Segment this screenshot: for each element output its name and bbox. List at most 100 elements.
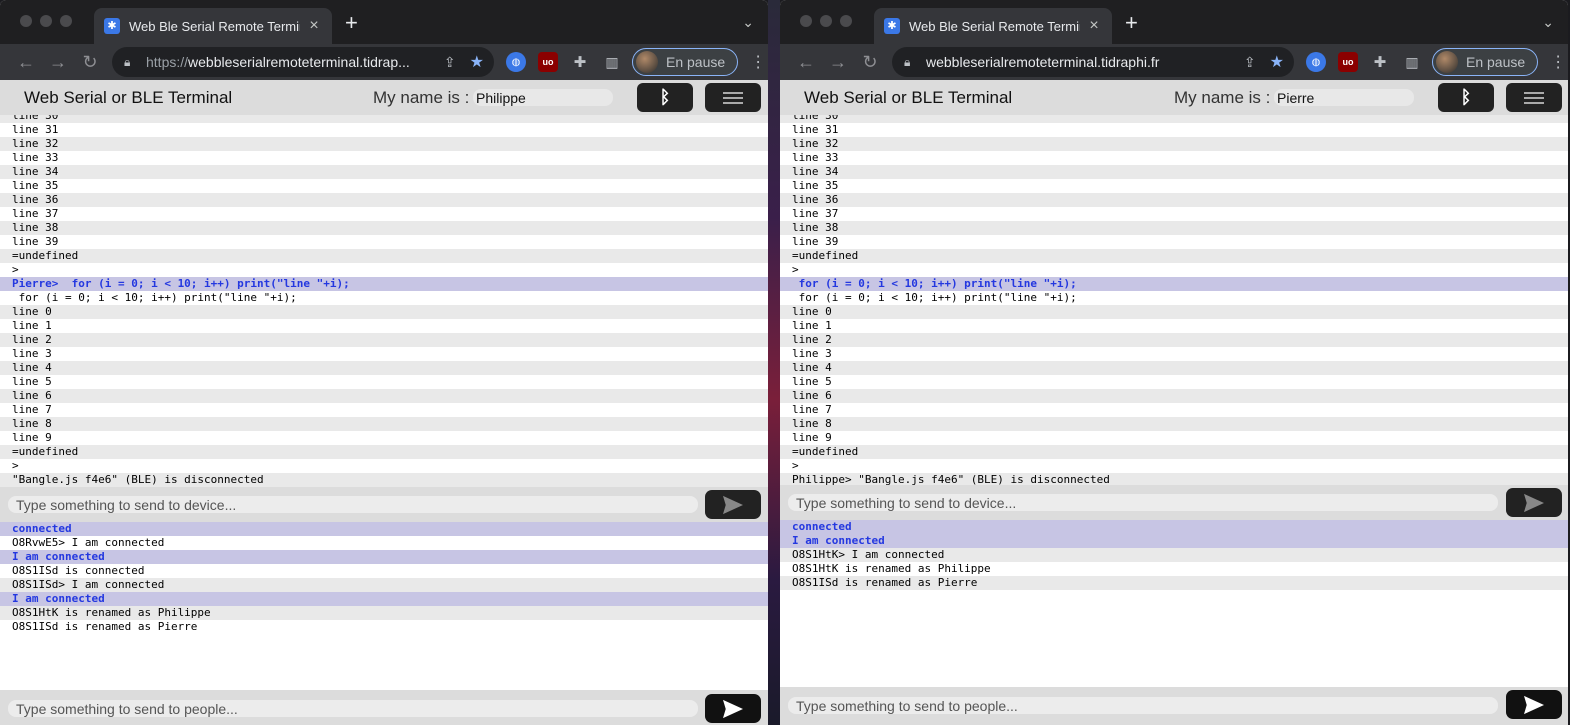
extensions-puzzle-icon[interactable]: ✚: [1370, 52, 1390, 72]
device-input[interactable]: [8, 496, 698, 513]
profile-status: En pause: [1466, 54, 1526, 70]
side-panel-icon[interactable]: ▥: [1402, 52, 1422, 72]
share-icon[interactable]: ⇪: [1244, 54, 1256, 71]
tab-search-chevron-icon[interactable]: ⌄: [742, 14, 754, 31]
ublock-extension-icon[interactable]: uo: [1338, 52, 1358, 72]
log-line: for (i = 0; i < 10; i++) print("line "+i…: [780, 277, 1568, 291]
browser-toolbar: ← → ↻ 🔒︎ webbleserialremoteterminal.tidr…: [780, 44, 1568, 80]
ublock-extension-icon[interactable]: uo: [538, 52, 558, 72]
bookmark-star-icon[interactable]: ★: [470, 52, 484, 72]
new-tab-icon[interactable]: +: [345, 12, 358, 34]
reload-icon[interactable]: ↻: [74, 52, 106, 73]
device-log: line 30 line 31 line 32 line 33 line 34 line …: [780, 115, 1568, 485]
bluetooth-favicon-icon: ✱: [884, 18, 900, 34]
people-input[interactable]: [788, 697, 1498, 714]
menu-button[interactable]: [705, 83, 761, 112]
name-label: My name is :: [1174, 88, 1271, 107]
device-send-bar: [780, 485, 1568, 520]
browser-tab[interactable]: ✱ Web Ble Serial Remote Terminal ×: [874, 8, 1112, 44]
bluetooth-favicon-icon: ✱: [104, 18, 120, 34]
profile-button[interactable]: En pause: [1432, 48, 1539, 76]
app-title: Web Serial or BLE Terminal: [804, 88, 1013, 107]
browser-toolbar: ← → ↻ 🔒︎ https://webbleserialremotetermi…: [0, 44, 768, 80]
side-panel-icon[interactable]: ▥: [602, 52, 622, 72]
browser-menu-icon[interactable]: ⋮: [750, 52, 766, 72]
log-line: line 0: [0, 305, 768, 319]
tab-search-chevron-icon[interactable]: ⌄: [1542, 14, 1554, 31]
log-line: O8S1HtK is renamed as Philippe: [0, 606, 768, 620]
log-line: O8S1HtK> I am connected: [780, 548, 1568, 562]
log-line: Philippe> "Bangle.js f4e6" (BLE) is disc…: [780, 473, 1568, 485]
name-field[interactable]: [473, 89, 613, 106]
reload-icon[interactable]: ↻: [854, 52, 886, 73]
log-line: line 35: [780, 179, 1568, 193]
browser-tab[interactable]: ✱ Web Ble Serial Remote Terminal ×: [94, 8, 332, 44]
share-icon[interactable]: ⇪: [444, 54, 456, 71]
people-log: connected O8RvwE5> I am connected I am con…: [0, 522, 768, 690]
extensions-puzzle-icon[interactable]: ✚: [570, 52, 590, 72]
translate-extension-icon[interactable]: ◍: [1306, 52, 1326, 72]
close-tab-icon[interactable]: ×: [1086, 17, 1102, 35]
bluetooth-icon: ᛒ: [659, 87, 671, 107]
bluetooth-button[interactable]: ᛒ: [637, 83, 693, 112]
people-input[interactable]: [8, 700, 698, 717]
people-send-button[interactable]: [705, 694, 761, 723]
device-input[interactable]: [788, 494, 1498, 511]
log-line: line 39: [780, 235, 1568, 249]
log-line: line 5: [0, 375, 768, 389]
log-line: I am connected: [0, 550, 768, 564]
profile-button[interactable]: En pause: [632, 48, 739, 76]
desktop-gap: [768, 0, 780, 725]
log-line: line 6: [780, 389, 1568, 403]
address-bar[interactable]: 🔒︎ https://webbleserialremoteterminal.ti…: [112, 47, 494, 77]
profile-status: En pause: [666, 54, 726, 70]
log-line: line 38: [0, 221, 768, 235]
send-icon: [1524, 695, 1544, 714]
log-line: line 0: [780, 305, 1568, 319]
close-tab-icon[interactable]: ×: [306, 17, 322, 35]
log-line: line 3: [780, 347, 1568, 361]
app-header: Web Serial or BLE Terminal My name is : …: [780, 80, 1568, 115]
forward-arrow-icon[interactable]: →: [42, 52, 74, 73]
browser-window-left: ✱ Web Ble Serial Remote Terminal × + ⌄ ←…: [0, 0, 768, 725]
log-line: connected: [0, 522, 768, 536]
log-line: for (i = 0; i < 10; i++) print("line "+i…: [780, 291, 1568, 305]
device-send-button[interactable]: [705, 490, 761, 519]
window-controls[interactable]: [800, 15, 852, 27]
log-line: line 3: [0, 347, 768, 361]
people-send-bar: [780, 687, 1568, 725]
log-line: line 4: [780, 361, 1568, 375]
avatar: [1436, 51, 1458, 73]
url-text: webbleserialremoteterminal.tidraphi.fr: [926, 54, 1160, 70]
back-arrow-icon[interactable]: ←: [10, 52, 42, 73]
log-line: line 30: [0, 115, 768, 123]
window-controls[interactable]: [20, 15, 72, 27]
app-header: Web Serial or BLE Terminal My name is : …: [0, 80, 768, 115]
browser-menu-icon[interactable]: ⋮: [1550, 52, 1566, 72]
log-line: I am connected: [780, 534, 1568, 548]
hamburger-icon: [723, 91, 743, 104]
address-bar[interactable]: 🔒︎ webbleserialremoteterminal.tidraphi.f…: [892, 47, 1294, 77]
bookmark-star-icon[interactable]: ★: [1270, 52, 1284, 72]
log-line: line 34: [0, 165, 768, 179]
log-line: O8S1ISd is renamed as Pierre: [0, 620, 768, 634]
log-line: >: [0, 459, 768, 473]
log-line: line 5: [780, 375, 1568, 389]
log-line: O8S1ISd is connected: [0, 564, 768, 578]
log-line: line 37: [780, 207, 1568, 221]
name-field[interactable]: [1274, 89, 1414, 106]
forward-arrow-icon[interactable]: →: [822, 52, 854, 73]
device-log: line 30 line 31 line 32 line 33 line 34 line …: [0, 115, 768, 487]
device-send-button[interactable]: [1506, 488, 1562, 517]
log-line: line 4: [0, 361, 768, 375]
people-send-button[interactable]: [1506, 690, 1562, 719]
new-tab-icon[interactable]: +: [1125, 12, 1138, 34]
log-line: >: [0, 263, 768, 277]
log-line: =undefined: [0, 249, 768, 263]
menu-button[interactable]: [1506, 83, 1562, 112]
back-arrow-icon[interactable]: ←: [790, 52, 822, 73]
translate-extension-icon[interactable]: ◍: [506, 52, 526, 72]
lock-icon: 🔒︎: [124, 54, 131, 69]
log-line: line 8: [0, 417, 768, 431]
bluetooth-button[interactable]: ᛒ: [1438, 83, 1494, 112]
